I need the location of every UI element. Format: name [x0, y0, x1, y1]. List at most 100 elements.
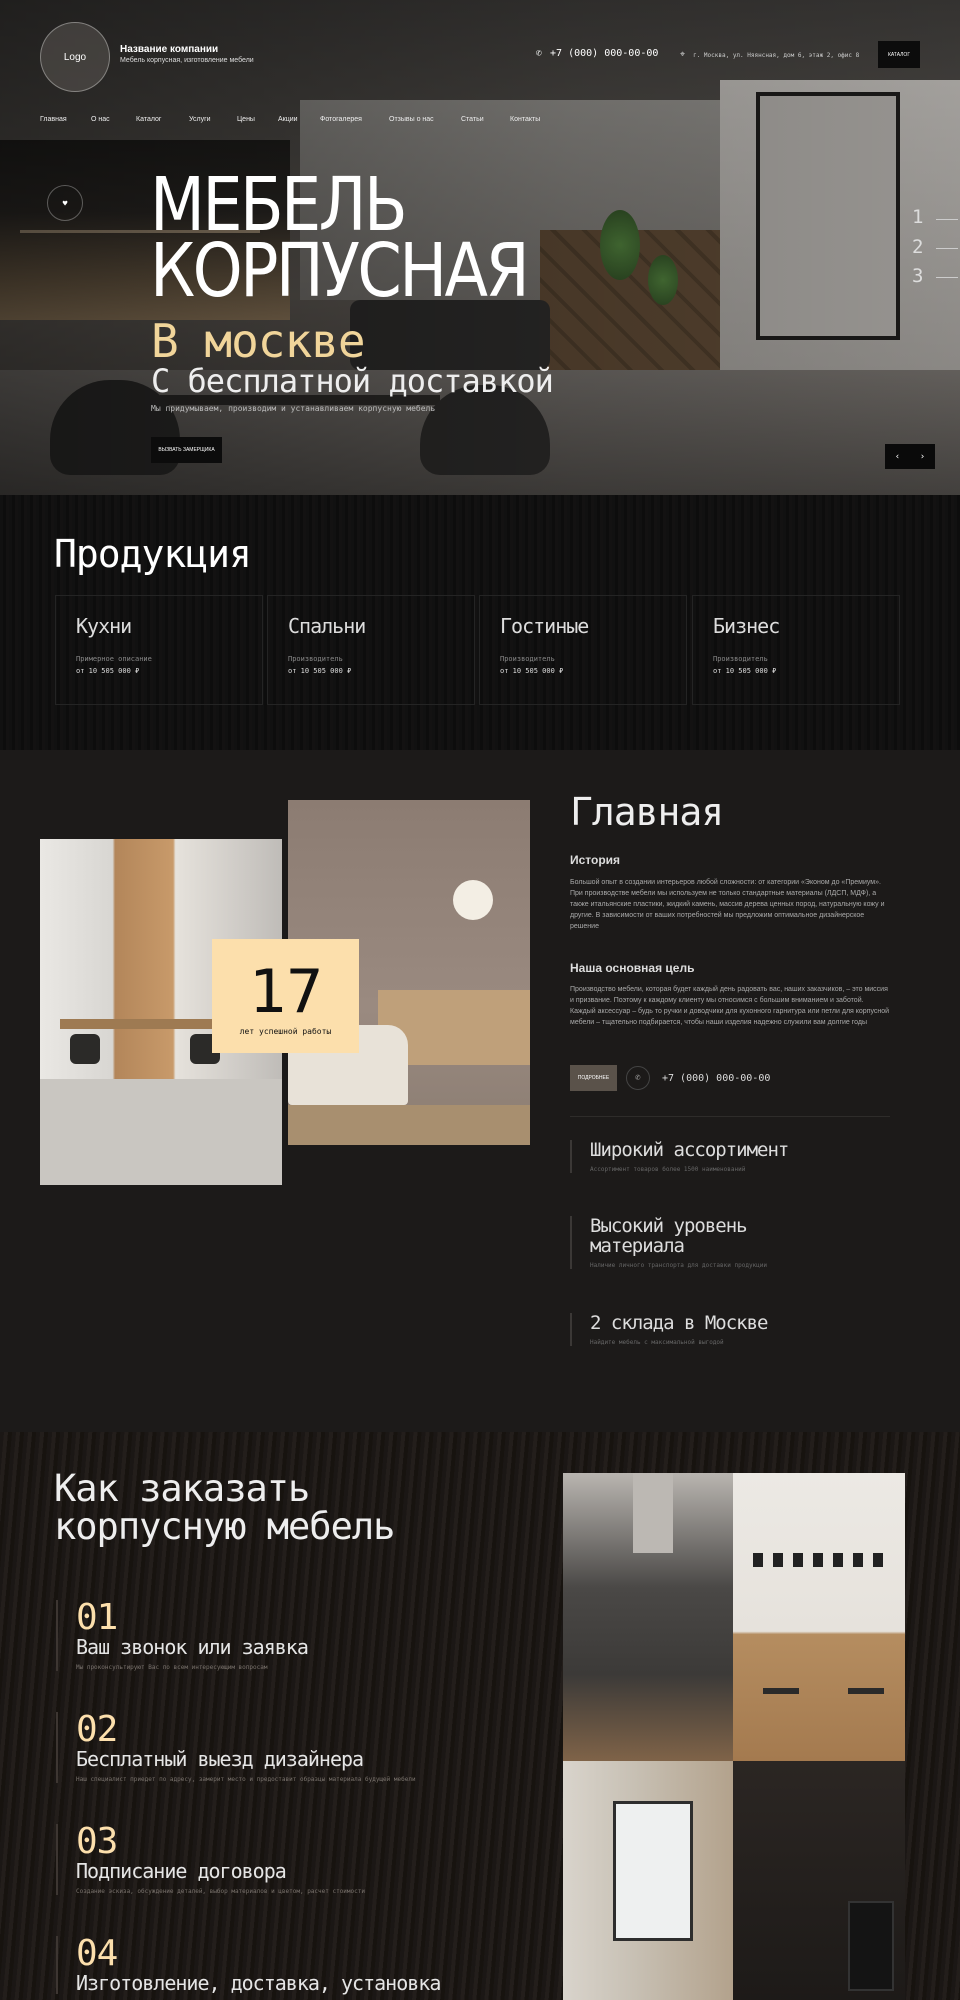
nav-item-promos[interactable]: Акции [278, 116, 320, 123]
prev-slide-button[interactable]: ‹ [885, 444, 910, 469]
step-title: Подписание договора [76, 1859, 287, 1883]
products-title: Продукция [54, 532, 252, 576]
heart-icon[interactable]: ♥ [47, 185, 83, 221]
about-image-lamp [453, 880, 493, 920]
nav-item-articles[interactable]: Статьи [461, 116, 510, 123]
step-desc: Мы проконсультируют Вас по всем интересу… [76, 1664, 268, 1671]
feature-title: 2 склада в Москве [590, 1312, 768, 1334]
product-card-title: Спальни [288, 614, 366, 638]
order-step: 02 Бесплатный выезд дизайнера Наш специа… [56, 1712, 416, 1783]
product-card-desc: Производитель [500, 655, 555, 663]
gallery-image-kitchen-light [733, 1473, 905, 1761]
product-card-price: от 10 505 000 ₽ [288, 667, 352, 675]
more-button[interactable]: ПОДРОБНЕЕ [570, 1065, 617, 1091]
product-card-title: Кухни [76, 614, 132, 638]
years-badge: 17 лет успешной работы [212, 939, 359, 1053]
hero-title-line2: КОРПУСНАЯ [150, 228, 530, 314]
product-card-price: от 10 505 000 ₽ [500, 667, 564, 675]
logo[interactable]: Logo [40, 22, 110, 92]
order-title-line1: Как заказать [54, 1467, 310, 1510]
hero-title: МЕБЕЛЬ КОРПУСНАЯ [150, 168, 530, 314]
company-info: Название компании Мебель корпусная, изго… [120, 44, 254, 64]
nav-item-catalog[interactable]: Каталог [136, 116, 189, 123]
nav-item-home[interactable]: Главная [40, 116, 91, 123]
nav-item-services[interactable]: Услуги [189, 116, 237, 123]
goal-text: Производство мебели, которая будет кажды… [570, 986, 890, 1026]
company-name: Название компании [120, 44, 219, 55]
product-card-title: Гостиные [500, 614, 589, 638]
nav-item-prices[interactable]: Цены [237, 116, 278, 123]
feature-desc: Наличие личного транспорта для доставки … [590, 1262, 768, 1269]
product-card-business[interactable]: Бизнес Производитель от 10 505 000 ₽ [692, 595, 900, 705]
product-card-living-rooms[interactable]: Гостиные Производитель от 10 505 000 ₽ [479, 595, 687, 705]
order-step: 04 Изготовление, доставка, установка [56, 1933, 441, 1995]
step-title: Изготовление, доставка, установка [76, 1971, 441, 1995]
about-image-floor [40, 1079, 282, 1185]
header-address-text: г. Москва, ул. Няянсная, дом 6, этаж 2, … [693, 51, 860, 59]
step-number: 01 [76, 1597, 118, 1638]
gallery-hood [633, 1473, 673, 1553]
slide-indicator-line [936, 248, 958, 249]
history-text: Большой опыт в создании интерьеров любой… [570, 879, 885, 930]
feature-item: Широкий ассортимент Ассортимент товаров … [570, 1139, 789, 1173]
product-card-desc: Производитель [713, 655, 768, 663]
slide-indicator-1[interactable]: 1 [912, 206, 923, 228]
step-number: 02 [76, 1709, 118, 1750]
step-title: Бесплатный выезд дизайнера [76, 1747, 364, 1771]
years-label: лет успешной работы [239, 1027, 332, 1036]
feature-desc: Найдите мебель с максимальной выгодой [590, 1339, 724, 1346]
header-address: ⌖ г. Москва, ул. Няянсная, дом 6, этаж 2… [680, 50, 859, 60]
order-step: 01 Ваш звонок или заявка Мы проконсульти… [56, 1597, 309, 1671]
product-card-kitchens[interactable]: Кухни Примерное описание от 10 505 000 ₽ [55, 595, 263, 705]
about-image-table [60, 1019, 230, 1029]
location-icon: ⌖ [680, 50, 686, 60]
hero-subtitle: С бесплатной доставкой [151, 362, 554, 400]
product-card-price: от 10 505 000 ₽ [713, 667, 777, 675]
order-title-line2: корпусную мебель [54, 1505, 395, 1548]
slide-indicator-line [936, 219, 958, 220]
call-measurer-button[interactable]: ВЫЗВАТЬ ЗАМЕРЩИКА [151, 437, 222, 463]
company-subtitle: Мебель корпусная, изготовление мебели [120, 57, 254, 64]
phone-icon[interactable]: ✆ [626, 1066, 650, 1090]
nav-item-contacts[interactable]: Контакты [510, 116, 540, 123]
nav-item-reviews[interactable]: Отзывы о нас [389, 116, 461, 123]
step-desc: Наш специалист приедет по адресу, замери… [76, 1776, 416, 1783]
about-phone[interactable]: +7 (000) 000-00-00 [662, 1073, 770, 1084]
about-image-floor [288, 1105, 530, 1145]
order-step: 03 Подписание договора Создание эскиза, … [56, 1824, 365, 1895]
product-card-title: Бизнес [713, 614, 780, 638]
step-number: 04 [76, 1933, 118, 1974]
hero-description: Мы придумываем, производим и устанавлива… [151, 404, 436, 413]
nav-item-gallery[interactable]: Фотогалерея [320, 116, 389, 123]
feature-desc: Ассортимент товаров более 1500 наименова… [590, 1166, 746, 1173]
gallery-image-bedroom [563, 1761, 733, 2000]
gallery-stool [763, 1688, 799, 1748]
hero-title-accent: В москве [151, 314, 366, 368]
step-number: 03 [76, 1821, 118, 1862]
product-card-desc: Производитель [288, 655, 343, 663]
about-image-stool [70, 1034, 100, 1064]
about-title: Главная [570, 790, 724, 834]
feature-title: Высокий уровень материала [590, 1215, 748, 1257]
step-title: Ваш звонок или заявка [76, 1635, 309, 1659]
slide-indicator-2[interactable]: 2 [912, 236, 923, 258]
product-card-bedrooms[interactable]: Спальни Производитель от 10 505 000 ₽ [267, 595, 475, 705]
goal-title: Наша основная цель [570, 961, 695, 975]
phone-icon: ✆ [536, 48, 543, 59]
gallery-image-kitchen-dark [563, 1473, 733, 1761]
gallery-image-kitchen-black [733, 1761, 905, 2000]
gallery-oven [848, 1901, 894, 1991]
slide-indicator-3[interactable]: 3 [912, 265, 923, 287]
header-phone[interactable]: ✆ +7 (000) 000-00-00 [536, 48, 658, 59]
nav-item-about[interactable]: О нас [91, 116, 136, 123]
step-desc: Создание эскиза, обсуждение деталей, выб… [76, 1888, 365, 1895]
slide-indicator-line [936, 277, 958, 278]
product-card-price: от 10 505 000 ₽ [76, 667, 140, 675]
catalog-button[interactable]: КАТАЛОГ [878, 41, 920, 68]
years-number: 17 [249, 957, 323, 1027]
gallery-pendant-lights [753, 1553, 885, 1567]
gallery-window [613, 1801, 693, 1941]
gallery-stool [848, 1688, 884, 1748]
next-slide-button[interactable]: › [910, 444, 935, 469]
feature-title: Широкий ассортимент [590, 1139, 789, 1161]
